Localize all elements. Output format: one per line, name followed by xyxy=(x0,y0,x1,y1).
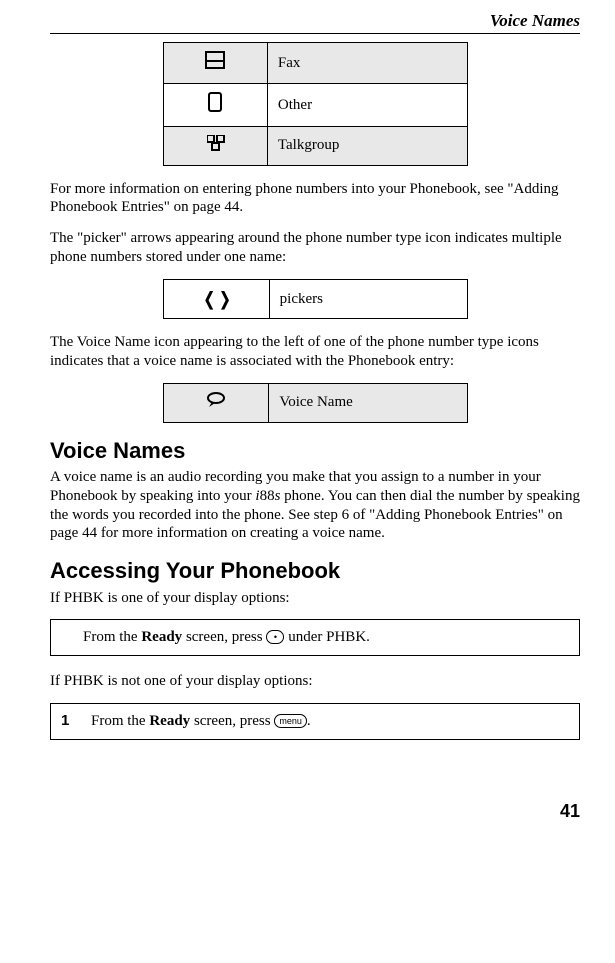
other-icon xyxy=(163,84,267,127)
instruction-box: From the Ready screen, press • under PHB… xyxy=(50,619,580,656)
instruction-text: screen, press xyxy=(190,713,274,729)
talkgroup-label: Talkgroup xyxy=(267,126,467,165)
instruction-text: From the xyxy=(83,629,141,645)
menu-key-icon: menu xyxy=(274,714,307,728)
step-number: 1 xyxy=(61,712,91,731)
heading-voice-names: Voice Names xyxy=(50,437,580,465)
other-label: Other xyxy=(267,84,467,127)
voice-name-icon xyxy=(163,383,269,422)
body-paragraph: The "picker" arrows appearing around the… xyxy=(50,229,580,267)
fax-label: Fax xyxy=(267,43,467,84)
body-paragraph: A voice name is an audio recording you m… xyxy=(50,468,580,543)
pickers-icon: ❬ ❭ xyxy=(163,279,269,319)
body-paragraph: If PHBK is not one of your display optio… xyxy=(50,672,580,691)
body-paragraph: The Voice Name icon appearing to the lef… xyxy=(50,333,580,371)
body-paragraph: If PHBK is one of your display options: xyxy=(50,589,580,608)
body-paragraph: For more information on entering phone n… xyxy=(50,180,580,218)
instruction-text: Ready xyxy=(141,629,182,645)
instruction-text: . xyxy=(307,713,311,729)
header-rule xyxy=(50,33,580,34)
voice-name-label: Voice Name xyxy=(269,383,467,422)
instruction-text: From the xyxy=(91,713,149,729)
talkgroup-icon xyxy=(163,126,267,165)
fax-icon xyxy=(163,43,267,84)
page-header: Voice Names xyxy=(50,10,580,31)
heading-accessing-phonebook: Accessing Your Phonebook xyxy=(50,557,580,585)
page-number: 41 xyxy=(50,800,580,823)
instruction-box: 1 From the Ready screen, press menu. xyxy=(50,703,580,740)
voice-name-table: Voice Name xyxy=(163,383,468,423)
softkey-icon: • xyxy=(266,630,284,644)
picker-table: ❬ ❭ pickers xyxy=(163,279,468,320)
instruction-text: screen, press xyxy=(182,629,266,645)
instruction-text: Ready xyxy=(149,713,190,729)
pickers-label: pickers xyxy=(269,279,467,319)
instruction-text: under PHBK. xyxy=(284,629,369,645)
icon-type-table: Fax Other Talkgroup xyxy=(163,42,468,165)
